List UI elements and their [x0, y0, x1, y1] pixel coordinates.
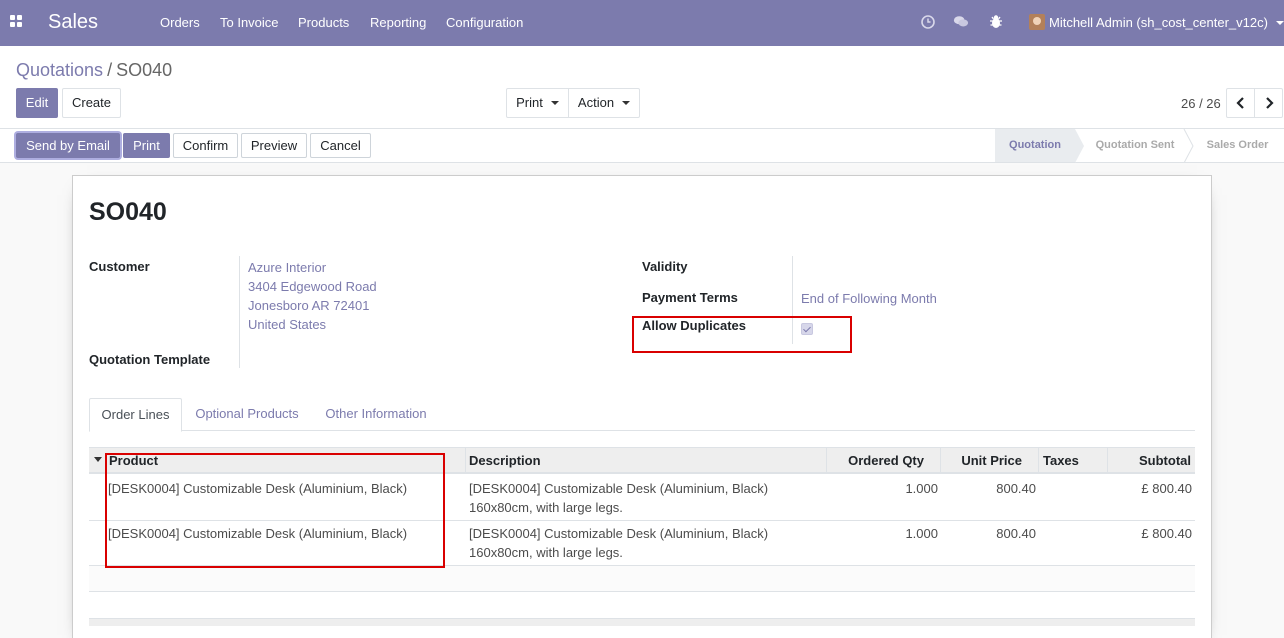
pager-next-button[interactable]: [1254, 88, 1283, 118]
chevron-left-icon: [1235, 97, 1244, 109]
breadcrumb-quotations[interactable]: Quotations: [16, 60, 103, 80]
edit-button[interactable]: Edit: [16, 88, 58, 118]
column-separator: [465, 448, 466, 473]
column-separator: [1107, 448, 1108, 473]
customer-name[interactable]: Azure Interior: [248, 258, 326, 277]
form-sheet: SO040 Customer Azure Interior 3404 Edgew…: [72, 175, 1212, 638]
caret-down-icon: [550, 101, 559, 105]
payment-terms-label: Payment Terms: [642, 290, 738, 305]
pager-value[interactable]: 26 / 26: [1181, 96, 1221, 111]
tab-order-lines[interactable]: Order Lines: [89, 398, 182, 432]
column-ordered-qty[interactable]: Ordered Qty: [829, 453, 924, 468]
clock-icon[interactable]: [920, 14, 936, 30]
validity-label: Validity: [642, 259, 688, 274]
menu-orders[interactable]: Orders: [160, 15, 200, 31]
avatar: [1029, 14, 1045, 30]
caret-down-icon: [622, 101, 631, 105]
action-dropdown-label: Action: [577, 95, 615, 110]
table-empty-row[interactable]: [89, 566, 1195, 592]
form-statusbar: Send by Email Print Confirm Preview Canc…: [0, 129, 1284, 163]
print-dropdown-label: Print: [516, 95, 543, 110]
stage-quotation-sent[interactable]: Quotation Sent: [1086, 129, 1184, 162]
highlight-product-column: [105, 453, 445, 568]
table-footer: [89, 618, 1195, 626]
chat-icon[interactable]: [953, 14, 969, 30]
chevron-down-icon[interactable]: [1276, 21, 1284, 25]
cell-unit-price[interactable]: 800.40: [949, 524, 1036, 543]
tab-other-information[interactable]: Other Information: [318, 398, 434, 431]
print-dropdown[interactable]: Print: [506, 88, 569, 118]
customer-city[interactable]: Jonesboro AR 72401: [248, 296, 369, 315]
user-name: Mitchell Admin (sh_cost_center_v12c): [1049, 15, 1268, 30]
column-separator: [1038, 448, 1039, 473]
cell-subtotal: £ 800.40: [1141, 526, 1192, 541]
cell-subtotal: £ 800.40: [1141, 481, 1192, 496]
customer-country[interactable]: United States: [248, 315, 326, 334]
menu-configuration[interactable]: Configuration: [446, 15, 523, 31]
pager-previous-button[interactable]: [1226, 88, 1255, 118]
create-button[interactable]: Create: [62, 88, 121, 118]
cell-qty[interactable]: 1.000: [849, 479, 938, 498]
notebook-tabs: Order Lines Optional Products Other Info…: [89, 398, 1195, 432]
order-title: SO040: [89, 198, 167, 226]
field-divider: [239, 256, 240, 368]
print-button[interactable]: Print: [123, 133, 170, 158]
tab-optional-products[interactable]: Optional Products: [186, 398, 308, 431]
column-unit-price[interactable]: Unit Price: [943, 453, 1022, 468]
column-separator: [940, 448, 941, 473]
payment-terms-value[interactable]: End of Following Month: [801, 289, 937, 308]
preview-button[interactable]: Preview: [241, 133, 307, 158]
menu-reporting[interactable]: Reporting: [370, 15, 426, 31]
column-taxes[interactable]: Taxes: [1043, 453, 1079, 468]
app-brand[interactable]: Sales: [48, 10, 98, 34]
customer-street[interactable]: 3404 Edgewood Road: [248, 277, 377, 296]
send-by-email-button[interactable]: Send by Email: [16, 133, 120, 158]
stage-sales-order[interactable]: Sales Order: [1195, 129, 1280, 162]
action-dropdown[interactable]: Action: [568, 88, 640, 118]
column-separator: [826, 448, 827, 473]
sort-caret-icon[interactable]: [94, 457, 102, 462]
bug-icon[interactable]: [988, 14, 1004, 30]
cell-description-detail[interactable]: 160x80cm, with large legs.: [469, 543, 623, 562]
quotation-template-label: Quotation Template: [89, 352, 211, 367]
cell-qty[interactable]: 1.000: [849, 524, 938, 543]
chevron-right-icon: [1265, 97, 1274, 109]
cell-description-detail[interactable]: 160x80cm, with large legs.: [469, 498, 623, 517]
highlight-allow-duplicates: [632, 316, 852, 353]
control-panel: Quotations / SO040 Edit Create Print Actio…: [0, 46, 1284, 129]
stage-separator: [1183, 129, 1194, 163]
stage-arrow: [1075, 129, 1084, 163]
menu-to-invoice[interactable]: To Invoice: [220, 15, 279, 31]
column-description[interactable]: Description: [469, 453, 541, 468]
column-subtotal[interactable]: Subtotal: [1109, 453, 1191, 468]
breadcrumb-current: SO040: [116, 60, 173, 80]
menu-products[interactable]: Products: [298, 15, 349, 31]
confirm-button[interactable]: Confirm: [173, 133, 238, 158]
stage-quotation[interactable]: Quotation: [995, 129, 1075, 162]
apps-icon[interactable]: [10, 15, 23, 28]
customer-label: Customer: [89, 259, 150, 274]
cell-description[interactable]: [DESK0004] Customizable Desk (Aluminium,…: [469, 479, 768, 498]
breadcrumb: Quotations / SO040: [16, 59, 172, 81]
breadcrumb-separator: /: [107, 60, 113, 80]
cell-description[interactable]: [DESK0004] Customizable Desk (Aluminium,…: [469, 524, 768, 543]
top-navbar: Sales Orders To Invoice Products Reporti…: [0, 0, 1284, 46]
cell-unit-price[interactable]: 800.40: [949, 479, 1036, 498]
cancel-button[interactable]: Cancel: [310, 133, 371, 158]
